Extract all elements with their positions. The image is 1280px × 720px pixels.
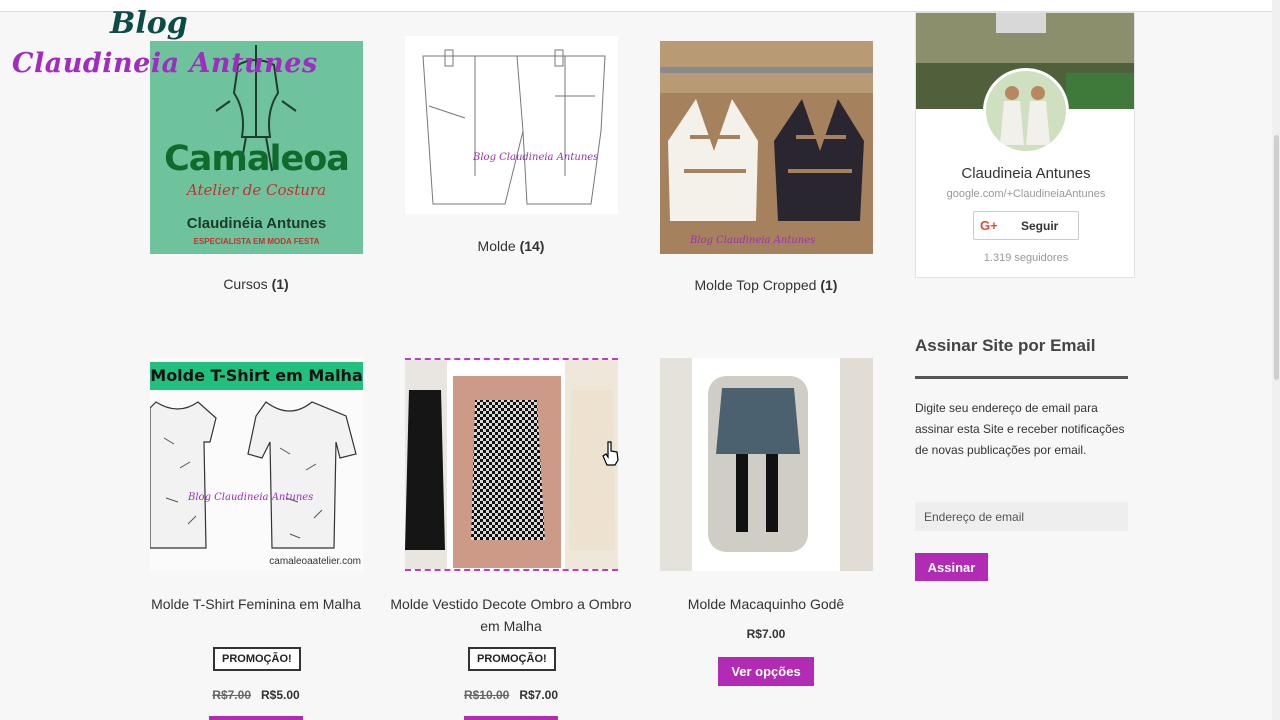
- category-count: (1): [820, 277, 838, 293]
- product-thumb-macaquinho[interactable]: [660, 358, 873, 571]
- email-field[interactable]: [915, 502, 1128, 531]
- category-name[interactable]: Molde: [478, 238, 516, 254]
- subscribe-description: Digite seu endereço de email para assina…: [915, 401, 1125, 457]
- category-title-top-cropped[interactable]: Molde Top Cropped (1): [641, 274, 891, 296]
- price-row: R$7.00 R$5.00: [131, 688, 381, 702]
- add-to-cart-button[interactable]: [464, 716, 558, 720]
- old-price: R$10.00: [463, 688, 510, 702]
- tagline-text: ESPECIALISTA EM MODA FESTA: [193, 237, 320, 246]
- ver-opcoes-button[interactable]: Ver opções: [718, 657, 814, 686]
- widget-divider: [915, 376, 1128, 379]
- dress-photos: [405, 360, 618, 569]
- scrollbar-thumb[interactable]: [1274, 135, 1279, 380]
- category-name[interactable]: Molde Top Cropped: [695, 277, 817, 293]
- category-thumb-top-cropped[interactable]: Blog Claudineia Antunes: [660, 41, 873, 254]
- product-thumb-tshirt[interactable]: Molde T-Shirt em Malha Blog Claudineia A…: [150, 358, 363, 571]
- product-title-macaquinho[interactable]: Molde Macaquinho Godê: [641, 593, 891, 615]
- category-thumb-cursos[interactable]: Camaleoa Atelier de Costura Claudinéia A…: [150, 41, 363, 254]
- sale-price: R$5.00: [261, 688, 300, 702]
- gplus-url[interactable]: google.com/+ClaudineiaAntunes: [916, 188, 1134, 200]
- page-scrollbar[interactable]: [1272, 0, 1280, 720]
- category-thumb-molde[interactable]: Blog Claudineia Antunes: [405, 36, 618, 214]
- sale-price: R$7.00: [519, 688, 559, 702]
- macaquinho-photos: [660, 358, 873, 571]
- google-plus-icon: G+: [980, 218, 998, 233]
- thumb-overlay-text: Blog Claudineia Antunes: [690, 235, 816, 246]
- avatar[interactable]: [983, 68, 1069, 154]
- top-cropped-photo: [660, 41, 873, 254]
- old-price: R$7.00: [212, 688, 251, 702]
- category-title-cursos[interactable]: Cursos (1): [131, 273, 381, 295]
- camaleoa-logo-text: Camaleoa: [164, 139, 350, 179]
- owner-text: Claudinéia Antunes: [186, 215, 327, 232]
- product-thumb-vestido[interactable]: [405, 358, 618, 571]
- gplus-follow-button[interactable]: G+ Seguir: [973, 211, 1079, 240]
- category-count: (1): [271, 276, 289, 292]
- browser-top-edge: [0, 0, 1280, 12]
- category-name[interactable]: Cursos: [223, 276, 267, 292]
- shorts-pattern-drawing: [422, 49, 606, 205]
- gplus-name[interactable]: Claudineia Antunes: [916, 165, 1134, 182]
- category-title-molde[interactable]: Molde (14): [386, 235, 636, 257]
- price: R$7.00: [746, 627, 786, 641]
- follow-label: Seguir: [1021, 219, 1059, 233]
- avatar-image: [986, 71, 1066, 151]
- add-to-cart-button[interactable]: [209, 716, 303, 720]
- tshirt-pattern-drawing: [150, 401, 357, 549]
- subscribe-button[interactable]: Assinar: [915, 553, 988, 581]
- product-title-tshirt[interactable]: Molde T-Shirt Feminina em Malha: [131, 593, 381, 615]
- promo-badge: PROMOÇÃO!: [468, 647, 556, 671]
- category-count: (14): [519, 238, 545, 254]
- gplus-profile-card: Claudineia Antunes google.com/+Claudinei…: [915, 12, 1135, 278]
- product-title-vestido[interactable]: Molde Vestido Decote Ombro a Ombro em Ma…: [386, 593, 636, 637]
- price-row: R$7.00: [641, 627, 891, 641]
- hand-pointer-icon: [602, 441, 619, 466]
- site-url-text: camaleoaatelier.com: [269, 556, 361, 567]
- price-row: R$10.00 R$7.00: [386, 688, 636, 702]
- thumb-overlay-text: Blog Claudineia Antunes: [473, 152, 599, 163]
- thumb-overlay-text: Blog Claudineia Antunes: [188, 492, 314, 503]
- followers-count: 1.319 seguidores: [983, 252, 1069, 264]
- subscribe-widget-title: Assinar Site por Email: [915, 336, 1096, 355]
- atelier-text: Atelier de Costura: [186, 181, 327, 199]
- promo-badge: PROMOÇÃO!: [213, 647, 301, 671]
